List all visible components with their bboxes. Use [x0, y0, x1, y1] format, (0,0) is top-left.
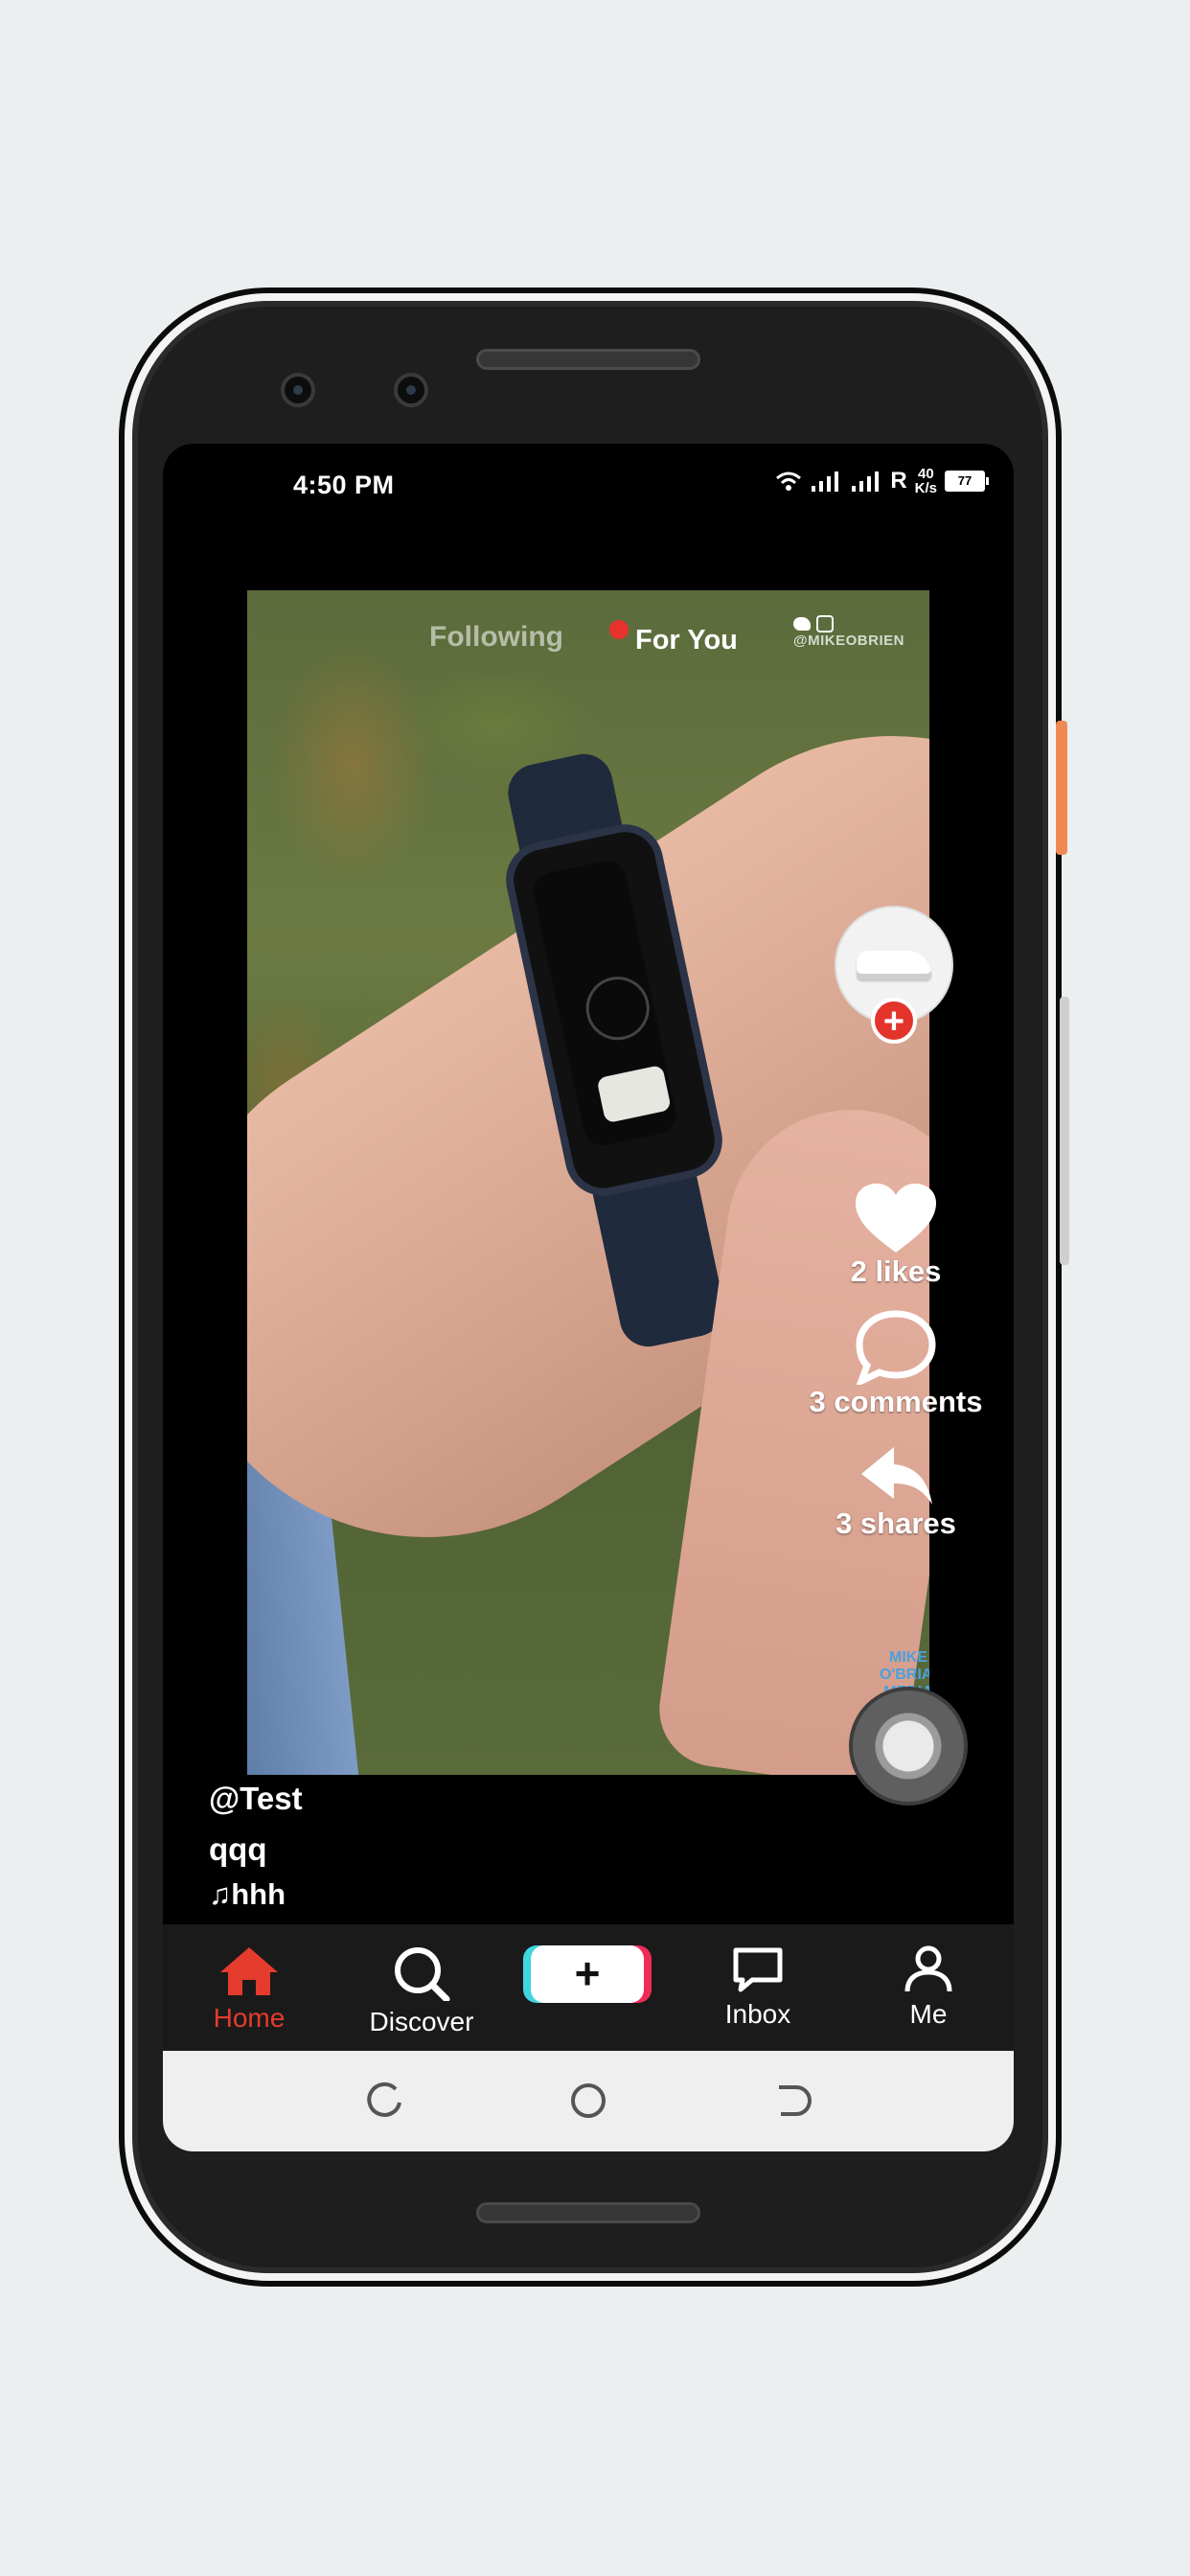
- nav-inbox-label: Inbox: [724, 1999, 791, 2029]
- creator-avatar[interactable]: +: [835, 906, 953, 1044]
- inbox-icon: [733, 1947, 783, 1992]
- instagram-icon: [816, 615, 834, 633]
- tab-for-you[interactable]: For You: [635, 625, 738, 656]
- network-speed: 40 K/s: [915, 467, 937, 495]
- front-camera: [281, 373, 315, 407]
- bottom-nav: Home Discover + Inbox Me: [163, 1924, 1014, 2051]
- create-button[interactable]: +: [531, 1945, 644, 2003]
- music-disc-icon[interactable]: [849, 1687, 968, 1806]
- nav-discover-label: Discover: [369, 2007, 474, 2036]
- nav-discover[interactable]: Discover: [350, 1924, 493, 2051]
- shares-count: 3 shares: [835, 1506, 956, 1540]
- nav-me-label: Me: [909, 1999, 948, 2029]
- home-circle-icon[interactable]: [567, 2080, 609, 2122]
- front-sensor: [394, 373, 428, 407]
- app-screen: 4:50 PM R 40 K/s 77 Following For You @M…: [163, 444, 1014, 2151]
- wifi-icon: [776, 472, 802, 491]
- signal-icon: [812, 472, 839, 492]
- sneaker-avatar-image: [857, 951, 931, 979]
- heart-icon: [856, 1184, 936, 1253]
- nav-home[interactable]: Home: [177, 1924, 321, 2051]
- follow-plus-icon[interactable]: +: [871, 998, 917, 1044]
- comment-bubble-icon: [856, 1310, 936, 1385]
- battery-icon: 77: [945, 471, 989, 492]
- system-icons: R 40 K/s 77: [775, 467, 989, 495]
- watch-ring: [580, 971, 655, 1046]
- live-dot-icon: [609, 620, 629, 639]
- likes-count: 2 likes: [850, 1254, 942, 1288]
- watch-button: [596, 1064, 672, 1124]
- status-bar: 4:50 PM R 40 K/s 77: [163, 444, 1014, 530]
- earpiece-speaker: [476, 349, 700, 370]
- signal-icon-2: [852, 472, 880, 492]
- tab-following[interactable]: Following: [429, 621, 563, 654]
- watermark-handle-text: @MIKEOBRIEN: [793, 632, 904, 650]
- share-arrow-icon: [861, 1447, 932, 1505]
- net-speed-unit: K/s: [914, 480, 937, 496]
- home-icon: [220, 1947, 278, 1995]
- post-description: qqq: [209, 1831, 267, 1867]
- comment-button[interactable]: 3 comments: [800, 1308, 992, 1419]
- nav-inbox[interactable]: Inbox: [686, 1924, 830, 2051]
- post-music[interactable]: ♫hhh: [209, 1877, 286, 1912]
- profile-icon: [904, 1945, 952, 1992]
- search-icon: [395, 1947, 450, 2001]
- watch-screen: [530, 857, 680, 1149]
- status-time: 4:50 PM: [293, 471, 395, 499]
- twitter-icon: [793, 617, 811, 632]
- android-nav-bar: [163, 2051, 1014, 2151]
- nav-home-label: Home: [213, 2003, 286, 2033]
- volume-button: [1056, 721, 1067, 855]
- video-watermark-handle: @MIKEOBRIEN: [793, 615, 929, 649]
- feed-tabs: Following For You @MIKEOBRIEN: [247, 610, 929, 667]
- roaming-indicator: R: [890, 468, 907, 494]
- recent-apps-icon[interactable]: [363, 2080, 405, 2122]
- bottom-speaker: [476, 2202, 700, 2223]
- post-username[interactable]: @Test: [209, 1781, 303, 1817]
- nav-me[interactable]: Me: [857, 1924, 1000, 2051]
- like-button[interactable]: 2 likes: [824, 1182, 968, 1289]
- back-icon[interactable]: [771, 2080, 813, 2122]
- power-button: [1060, 997, 1069, 1265]
- share-button[interactable]: 3 shares: [814, 1445, 977, 1541]
- comments-count: 3 comments: [809, 1385, 983, 1418]
